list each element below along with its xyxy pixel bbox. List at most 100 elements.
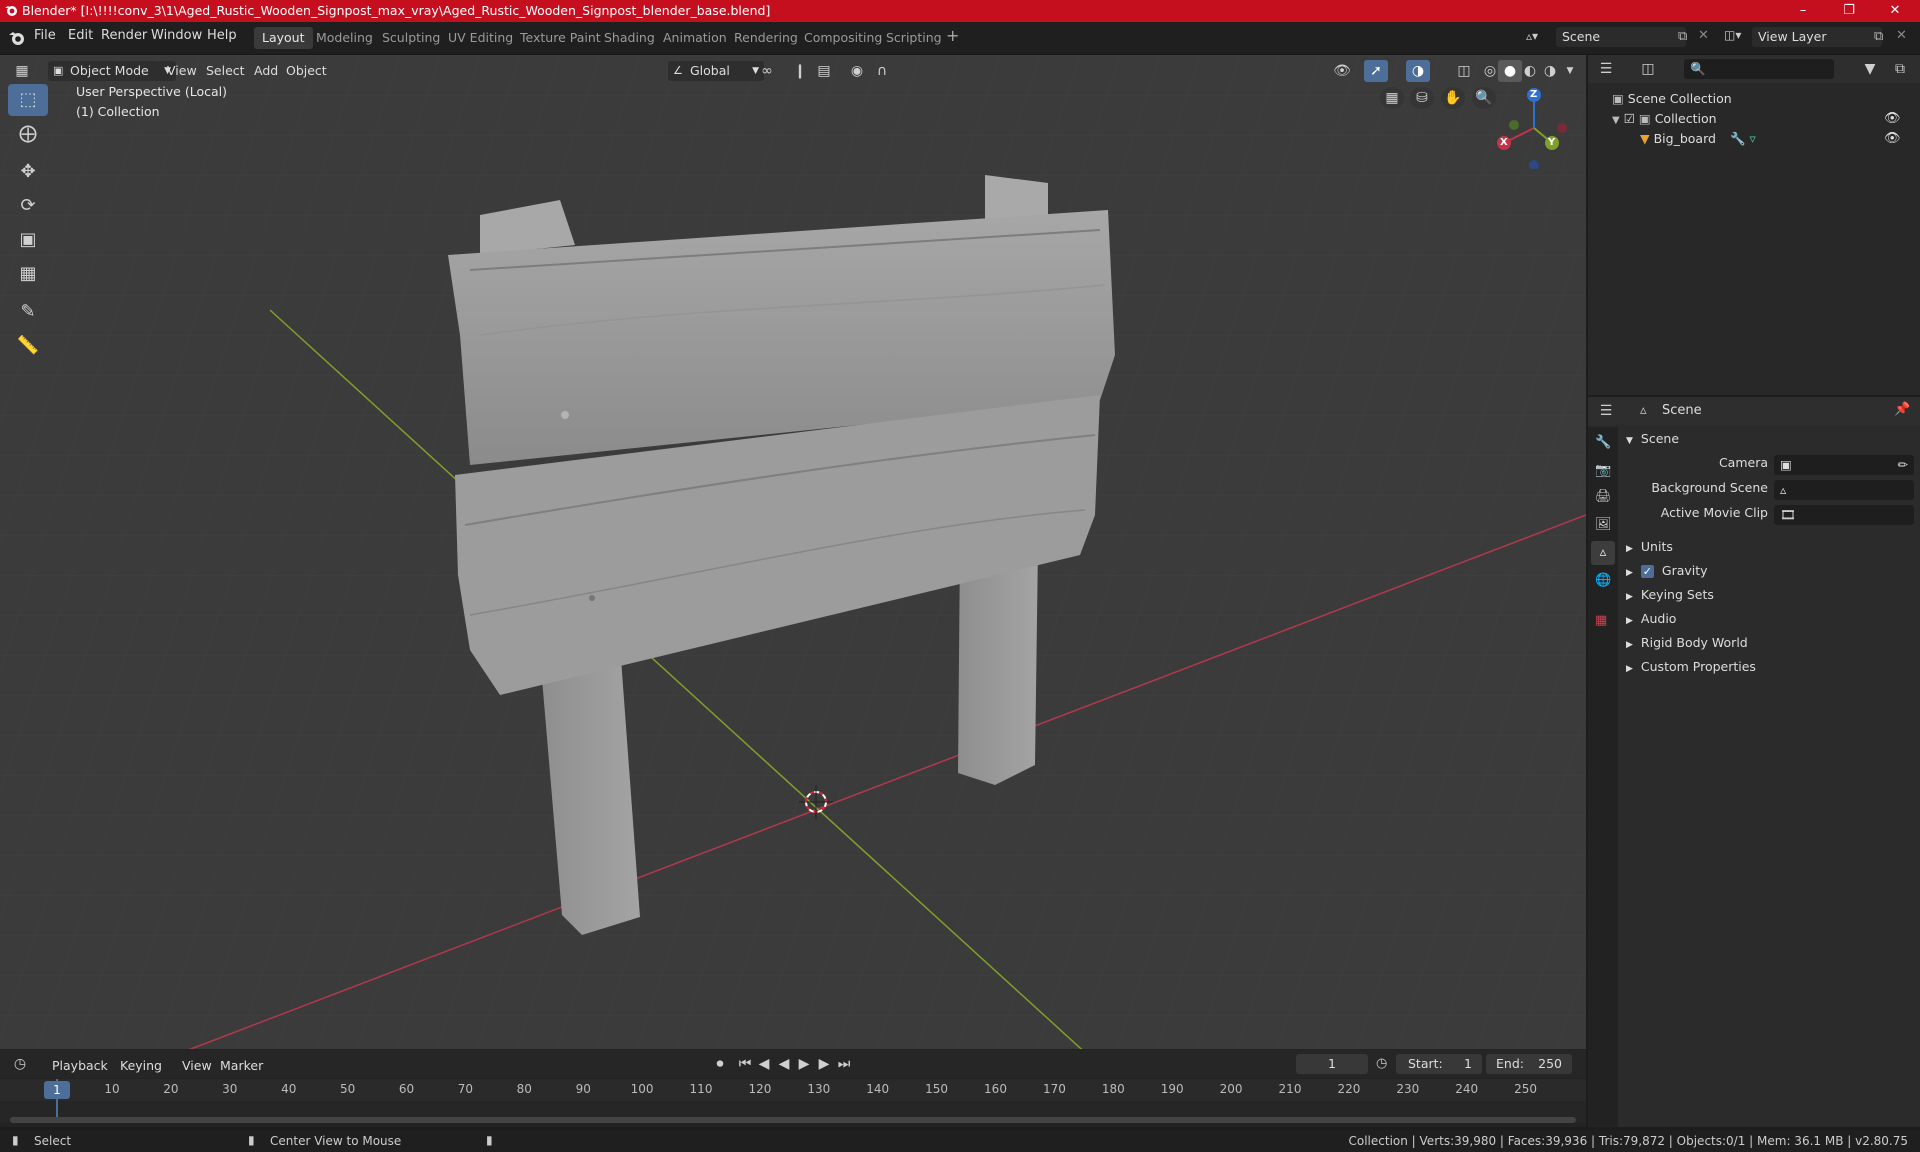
menu-file[interactable]: File [34,28,56,43]
close-icon[interactable]: ✕ [1872,0,1918,22]
menu-playback[interactable]: Playback [46,1056,114,1076]
panel-gravity[interactable]: ▶ ✓ Gravity [1626,559,1708,583]
tab-rendering[interactable]: Rendering [726,27,806,49]
viewlayer-name-field[interactable]: View Layer [1752,27,1882,47]
visibility-icon[interactable]: 👁 [1330,60,1354,82]
rotate-tool-icon[interactable]: ⟳ [8,190,48,222]
tab-uv-editing[interactable]: UV Editing [440,27,521,49]
panel-scene-header[interactable]: ▼ Scene [1626,427,1679,451]
modifier-icon[interactable]: 🔧 [1730,131,1746,146]
menu-view[interactable]: View [161,61,203,81]
view-layer-tab-icon[interactable]: 🖼 [1595,517,1612,532]
pivot-point-icon[interactable]: ∞ [755,60,779,82]
eyedropper-icon[interactable]: ✏ [1898,455,1908,475]
menu-add[interactable]: Add [248,61,284,81]
viewport-scene[interactable] [0,55,1586,1057]
end-frame-field[interactable]: End: 250 [1486,1054,1572,1074]
measure-tool-icon[interactable]: 📏 [8,330,48,362]
new-scene-icon[interactable]: ⧉ [1678,29,1687,44]
record-icon[interactable]: ⏺ [708,1053,732,1075]
start-frame-field[interactable]: Start: 1 [1396,1054,1482,1074]
scale-tool-icon[interactable]: ▣ [8,224,48,256]
select-box-tool-icon[interactable]: ⬚ [8,84,48,116]
3d-viewport[interactable]: ▦ ▣ Object Mode ▼ View Select Add Object… [0,55,1586,1057]
overlay-toggle-icon[interactable]: ◑ [1406,60,1430,82]
menu-keying[interactable]: Keying [114,1056,168,1076]
gizmo-toggle-icon[interactable]: ➚ [1364,60,1388,82]
transform-tool-icon[interactable]: ▦ [8,258,48,290]
outliner-search-input[interactable]: 🔍 [1684,59,1834,79]
menu-render[interactable]: Render [101,28,147,43]
falloff-icon[interactable]: ∩ [870,60,894,82]
blender-menu-icon[interactable] [8,29,26,47]
world-tab-icon[interactable]: 🌐 [1595,573,1611,588]
output-tab-icon[interactable]: 🖨 [1595,489,1612,504]
menu-timeline-view[interactable]: View [176,1056,218,1076]
render-tab-icon[interactable]: 📷 [1595,463,1611,478]
eye-icon[interactable]: 👁 [1884,127,1901,151]
menu-select[interactable]: Select [200,61,251,81]
tab-sculpting[interactable]: Sculpting [374,27,448,49]
new-viewlayer-icon[interactable]: ⧉ [1874,29,1883,44]
scene-name-field[interactable]: Scene [1556,27,1686,47]
texture-tab-icon[interactable]: ▦ [1595,613,1607,628]
tab-scripting[interactable]: Scripting [878,27,950,49]
tab-texture-paint[interactable]: Texture Paint [512,27,609,49]
pan-view-icon[interactable]: ✋ [1441,87,1465,109]
panel-rigid-body-world[interactable]: ▶ Rigid Body World [1626,631,1748,655]
cursor-tool-icon[interactable]: ⨁ [8,118,48,150]
menu-window[interactable]: Window [151,28,202,43]
delete-viewlayer-icon[interactable]: ✕ [1896,28,1907,43]
active-movie-clip-field[interactable]: 🎞 [1774,505,1914,525]
transform-orientation-dropdown[interactable]: ∠ Global ▼ [668,61,764,81]
panel-audio[interactable]: ▶ Audio [1626,607,1676,631]
jump-end-icon[interactable]: ⏭ [832,1053,856,1075]
background-scene-field[interactable]: ▵ [1774,480,1914,500]
new-collection-icon[interactable]: ⧉ [1888,58,1912,80]
shading-options-icon[interactable]: ▼ [1558,60,1582,82]
mesh-data-icon[interactable]: ▿ [1750,131,1756,146]
menu-edit[interactable]: Edit [68,28,93,43]
annotate-tool-icon[interactable]: ✎ [8,296,48,328]
menu-help[interactable]: Help [207,28,237,43]
mode-dropdown[interactable]: ▣ Object Mode ▼ [48,61,176,81]
menu-marker[interactable]: Marker [214,1056,269,1076]
camera-view-icon[interactable]: ⛁ [1410,87,1434,109]
snap-target-icon[interactable]: ▤ [812,60,836,82]
tab-compositing[interactable]: Compositing [796,27,890,49]
properties-editor-type-icon[interactable]: ☰ [1594,400,1618,422]
filter-icon[interactable]: ▼ [1858,58,1882,80]
tab-layout[interactable]: Layout [254,27,313,49]
display-mode-icon[interactable]: ◫ [1636,58,1660,80]
panel-custom-properties[interactable]: ▶ Custom Properties [1626,655,1756,679]
viewlayer-browse-icon[interactable]: ◫▾ [1724,28,1741,42]
add-workspace-icon[interactable]: + [946,26,959,45]
editor-type-icon[interactable]: ▦ [10,60,34,82]
timeline-editor-type-icon[interactable]: ◷ [8,1053,32,1075]
toggle-camera-perspective-icon[interactable]: ▦ [1380,87,1404,109]
panel-units[interactable]: ▶ Units [1626,535,1673,559]
tab-modeling[interactable]: Modeling [308,27,381,49]
playhead-frame-label[interactable]: 1 [44,1081,70,1099]
timeline-scrollbar[interactable] [10,1117,1576,1123]
scene-browse-icon[interactable]: ▵▾ [1526,29,1548,47]
tab-shading[interactable]: Shading [596,27,663,49]
menu-object[interactable]: Object [280,61,333,81]
snap-icon[interactable]: ❙ [788,60,812,82]
outliner-row-big-board[interactable]: ▼ Big_board 🔧 ▿ 👁 [1640,127,1912,151]
maximize-icon[interactable]: ❐ [1826,0,1872,22]
panel-keying-sets[interactable]: ▶ Keying Sets [1626,583,1714,607]
delete-scene-icon[interactable]: ✕ [1698,28,1709,43]
checkbox-icon[interactable]: ☑ [1624,111,1635,126]
minimize-icon[interactable]: – [1780,0,1826,22]
pin-icon[interactable]: 📌 [1894,402,1910,417]
frame-ruler[interactable]: 10 20 30 40 50 60 70 80 90 100 110 120 130 140 150 160 1… [0,1079,1586,1101]
tab-animation[interactable]: Animation [655,27,735,49]
current-frame-field[interactable]: 1 [1296,1054,1368,1074]
move-tool-icon[interactable]: ✥ [8,156,48,188]
scene-tab-icon[interactable]: ▵ [1591,541,1615,565]
xray-icon[interactable]: ◫ [1452,60,1476,82]
outliner-editor-type-icon[interactable]: ☰ [1594,58,1618,80]
camera-field[interactable]: ▣ ✏ [1774,455,1914,475]
proportional-edit-icon[interactable]: ◉ [845,60,869,82]
